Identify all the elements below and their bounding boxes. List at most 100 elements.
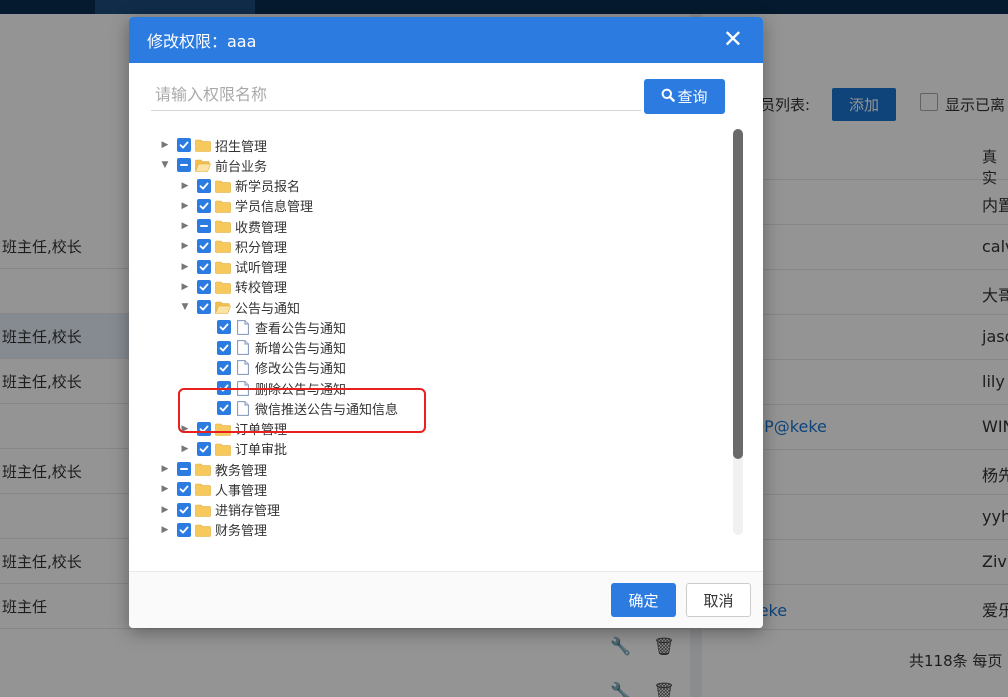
folder-icon <box>215 443 231 456</box>
folder-icon <box>215 281 231 294</box>
tree-node-label[interactable]: 公告与通知 <box>235 298 300 317</box>
caret-right-icon[interactable]: ▶ <box>179 281 191 293</box>
tree-node-label[interactable]: 试听管理 <box>235 257 287 276</box>
checkbox-checked[interactable] <box>217 401 231 416</box>
tree-node-label[interactable]: 财务管理 <box>215 520 267 537</box>
checkbox-checked[interactable] <box>197 198 211 213</box>
file-icon <box>237 400 249 416</box>
folder-icon <box>195 524 211 537</box>
search-button[interactable]: 查询 <box>644 79 725 114</box>
caret-down-icon[interactable]: ▼ <box>179 301 191 313</box>
caret-right-icon[interactable]: ▶ <box>179 443 191 455</box>
checkbox-checked[interactable] <box>197 178 211 193</box>
folder-icon <box>215 240 231 254</box>
tree-node[interactable]: 微信推送公告与通知信息 <box>199 398 398 418</box>
caret-right-icon[interactable]: ▶ <box>159 504 171 516</box>
checkbox-indeterminate[interactable] <box>177 158 191 173</box>
checkbox-checked[interactable] <box>197 441 211 456</box>
caret-right-icon[interactable]: ▶ <box>179 423 191 435</box>
checkbox-indeterminate[interactable] <box>177 462 191 476</box>
folder-icon <box>195 483 211 497</box>
search-icon <box>661 88 676 106</box>
tree-node[interactable]: ▶ 人事管理 <box>159 479 267 499</box>
cancel-button[interactable]: 取消 <box>686 583 751 617</box>
tree-node-label[interactable]: 教务管理 <box>215 460 267 479</box>
close-icon[interactable]: ✕ <box>723 27 743 51</box>
folder-icon <box>215 423 231 436</box>
tree-node-label[interactable]: 招生管理 <box>215 136 267 155</box>
checkbox-checked[interactable] <box>197 259 211 274</box>
checkbox-checked[interactable] <box>217 340 231 355</box>
tree-node[interactable]: ▼ 前台业务 <box>159 155 267 175</box>
checkbox-checked[interactable] <box>197 239 211 254</box>
tree-node[interactable]: ▼ 公告与通知 <box>179 297 300 317</box>
tree-node[interactable]: ▶ 订单管理 <box>179 419 287 439</box>
tree-node-label[interactable]: 收费管理 <box>235 217 287 236</box>
tree-node-label[interactable]: 订单管理 <box>235 419 287 438</box>
checkbox-checked[interactable] <box>217 360 231 375</box>
checkbox-checked[interactable] <box>217 320 231 335</box>
tree-node-label[interactable]: 新增公告与通知 <box>255 338 346 357</box>
folder-icon <box>195 504 211 517</box>
tree-node[interactable]: ▶ 试听管理 <box>179 257 287 277</box>
caret-right-icon[interactable]: ▶ <box>179 220 191 232</box>
tree-node[interactable]: 删除公告与通知 <box>199 378 346 398</box>
tree-node[interactable]: ▶ 订单审批 <box>179 439 287 459</box>
folder-open-icon <box>195 159 212 173</box>
tree-node[interactable]: ▶ 教务管理 <box>159 459 267 479</box>
caret-down-icon[interactable]: ▼ <box>159 159 171 171</box>
tree-node[interactable]: 新增公告与通知 <box>199 338 346 358</box>
caret-right-icon[interactable]: ▶ <box>159 483 171 495</box>
permission-search-input[interactable] <box>151 79 641 111</box>
tree-node-label[interactable]: 进销存管理 <box>215 500 280 519</box>
checkbox-checked[interactable] <box>177 522 191 537</box>
tree-node[interactable]: ▶ 进销存管理 <box>159 500 280 520</box>
tree-node[interactable]: ▶ 财务管理 <box>159 520 267 537</box>
search-button-label: 查询 <box>677 88 708 106</box>
tree-node[interactable]: ▶ 积分管理 <box>179 236 287 256</box>
checkbox-indeterminate[interactable] <box>197 219 211 233</box>
folder-icon <box>195 463 211 476</box>
tree-node-label[interactable]: 查看公告与通知 <box>255 318 346 337</box>
checkbox-checked[interactable] <box>197 421 211 436</box>
caret-right-icon[interactable]: ▶ <box>159 524 171 536</box>
checkbox-checked[interactable] <box>177 138 191 152</box>
tree-node[interactable]: ▶ 收费管理 <box>179 216 287 236</box>
tree-node[interactable]: ▶ 学员信息管理 <box>179 196 313 216</box>
caret-right-icon[interactable]: ▶ <box>179 200 191 212</box>
checkbox-checked[interactable] <box>197 300 211 314</box>
tree-node[interactable]: 修改公告与通知 <box>199 358 346 378</box>
tree-node-label[interactable]: 修改公告与通知 <box>255 358 346 377</box>
tree-node[interactable]: ▶ 转校管理 <box>179 277 287 297</box>
tree-node-label[interactable]: 前台业务 <box>215 156 267 175</box>
tree-node-label[interactable]: 人事管理 <box>215 480 267 499</box>
confirm-button[interactable]: 确定 <box>611 583 676 617</box>
checkbox-checked[interactable] <box>177 502 191 517</box>
tree-node-label[interactable]: 学员信息管理 <box>235 196 313 215</box>
checkbox-checked[interactable] <box>177 482 191 497</box>
caret-right-icon[interactable]: ▶ <box>159 139 171 151</box>
tree-node-label[interactable]: 订单审批 <box>235 439 287 458</box>
caret-right-icon[interactable]: ▶ <box>179 240 191 252</box>
scrollbar-thumb[interactable] <box>733 129 743 459</box>
caret-right-icon[interactable]: ▶ <box>179 261 191 273</box>
tree-node-label[interactable]: 微信推送公告与通知信息 <box>255 399 398 418</box>
tree-node[interactable]: ▶ 招生管理 <box>159 135 267 155</box>
caret-right-icon[interactable]: ▶ <box>159 463 171 475</box>
tree-scrollbar[interactable] <box>733 129 743 535</box>
checkbox-checked[interactable] <box>197 279 211 294</box>
checkbox-checked[interactable] <box>217 381 231 395</box>
folder-icon <box>195 139 211 152</box>
caret-right-icon[interactable]: ▶ <box>179 180 191 192</box>
tree-node-label[interactable]: 新学员报名 <box>235 176 300 195</box>
file-icon <box>237 360 249 376</box>
tree-node-label[interactable]: 转校管理 <box>235 277 287 296</box>
folder-icon <box>215 261 231 274</box>
tree-node-label[interactable]: 删除公告与通知 <box>255 379 346 398</box>
tree-node-label[interactable]: 积分管理 <box>235 237 287 256</box>
tree-node[interactable]: 查看公告与通知 <box>199 317 346 337</box>
tree-node[interactable]: ▶ 新学员报名 <box>179 176 300 196</box>
file-icon <box>237 340 249 355</box>
